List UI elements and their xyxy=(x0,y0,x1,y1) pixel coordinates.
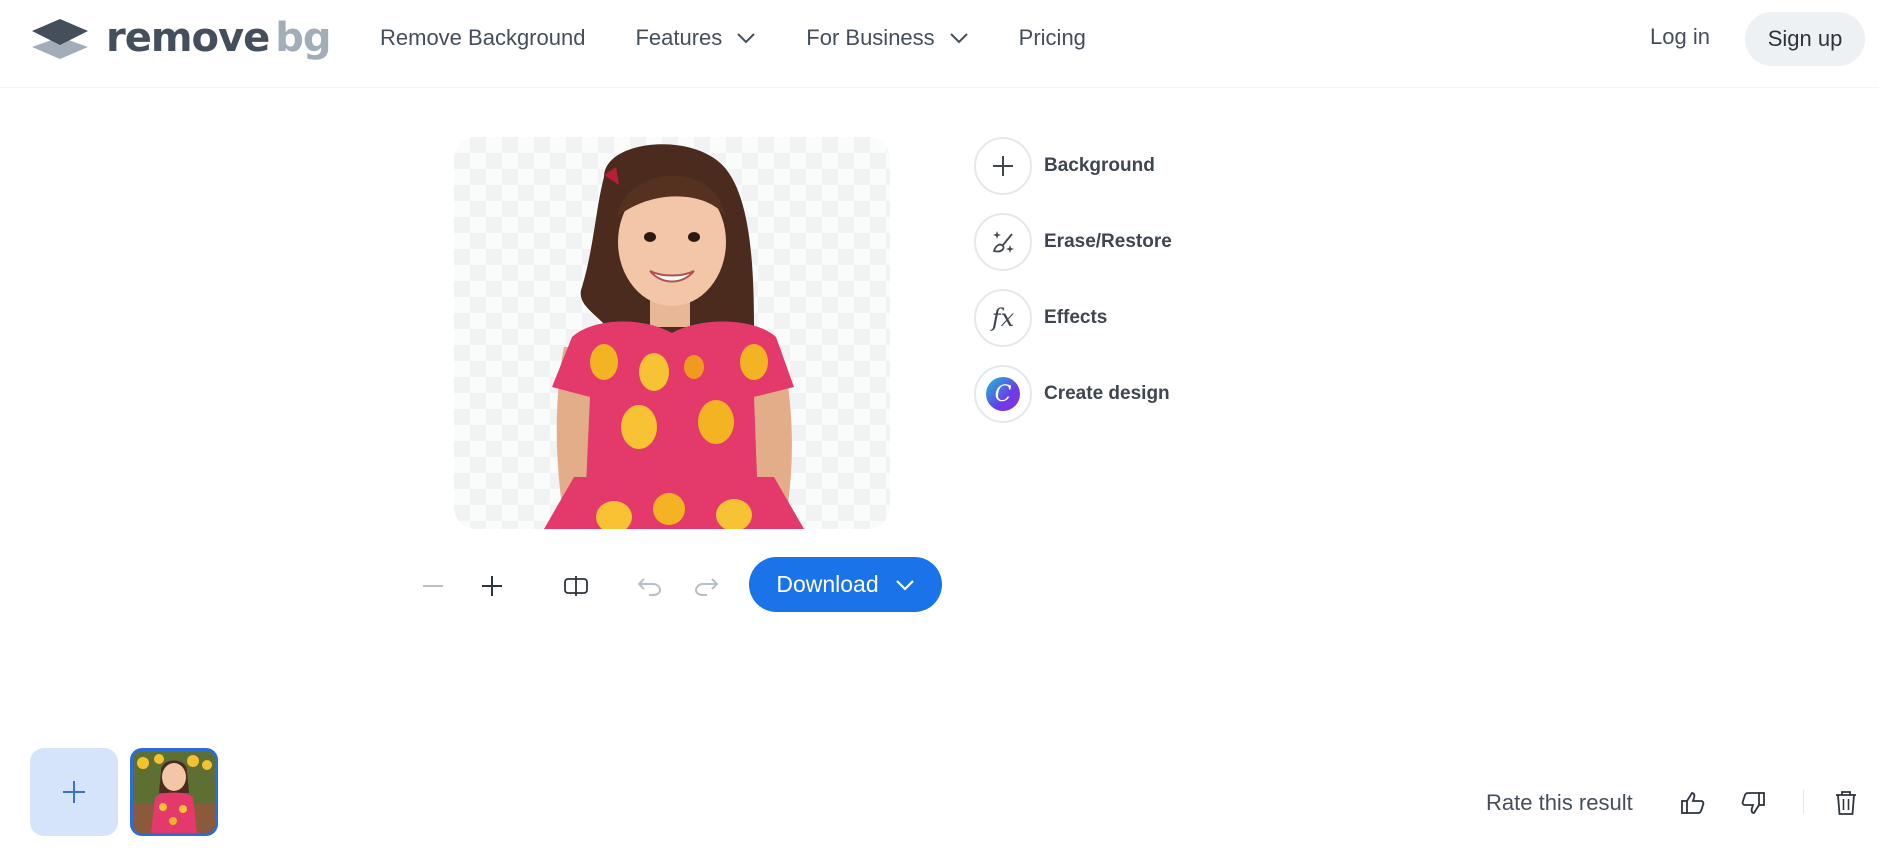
redo-button[interactable] xyxy=(690,569,724,603)
compare-button[interactable] xyxy=(559,569,593,603)
chevron-down-icon xyxy=(737,33,755,44)
brand-name-primary: remove xyxy=(106,15,270,61)
main-nav: Remove Background Features For Business … xyxy=(380,20,1136,56)
tool-label: Erase/Restore xyxy=(1044,231,1172,252)
canva-logo-icon: C xyxy=(974,365,1032,423)
redo-icon xyxy=(694,578,719,596)
nav-pricing[interactable]: Pricing xyxy=(1019,25,1086,51)
chevron-down-icon xyxy=(895,579,914,591)
undo-icon xyxy=(637,578,662,596)
nav-features[interactable]: Features xyxy=(635,25,756,51)
result-preview[interactable] xyxy=(454,137,890,529)
plus-icon xyxy=(482,576,502,596)
nav-label: Pricing xyxy=(1018,25,1086,50)
nav-label: For Business xyxy=(806,25,935,50)
layers-logo-icon xyxy=(32,19,88,59)
login-link[interactable]: Log in xyxy=(1650,24,1710,50)
tool-effects[interactable]: fx Effects xyxy=(974,289,1172,347)
zoom-in-button[interactable] xyxy=(475,569,509,603)
add-image-button[interactable] xyxy=(30,748,118,836)
thumbs-down-icon xyxy=(1741,792,1765,814)
divider xyxy=(1803,790,1804,814)
tool-label: Effects xyxy=(1044,307,1108,328)
thumbs-down-button[interactable] xyxy=(1736,786,1770,820)
download-label: Download xyxy=(776,571,879,597)
compare-icon xyxy=(564,576,588,596)
tool-label: Background xyxy=(1044,155,1155,176)
rate-result-label: Rate this result xyxy=(1486,790,1633,815)
magic-brush-icon xyxy=(974,213,1032,271)
tool-create-design[interactable]: C Create design xyxy=(974,365,1172,423)
trash-icon xyxy=(1836,791,1856,815)
undo-button[interactable] xyxy=(632,569,666,603)
fx-glyph: fx xyxy=(991,304,1015,332)
edit-tools: Background Erase/Restore fx Effects C Cr… xyxy=(974,137,1172,441)
plus-icon xyxy=(974,137,1032,195)
brand-wordmark: remove bg xyxy=(106,15,331,61)
signup-button[interactable]: Sign up xyxy=(1745,12,1865,66)
thumbs-up-icon xyxy=(1681,792,1705,814)
top-header: remove bg Remove Background Features For … xyxy=(0,0,1879,88)
brand-name-secondary: bg xyxy=(275,15,331,61)
minus-icon xyxy=(423,585,443,587)
subject-cutout-image xyxy=(544,144,804,529)
fx-icon: fx xyxy=(974,289,1032,347)
delete-button[interactable] xyxy=(1829,786,1863,820)
plus-icon xyxy=(63,781,85,803)
zoom-out-button[interactable] xyxy=(416,569,450,603)
tool-erase-restore[interactable]: Erase/Restore xyxy=(974,213,1172,271)
thumbs-up-button[interactable] xyxy=(1676,786,1710,820)
tool-label: Create design xyxy=(1044,383,1170,404)
image-thumbnail[interactable] xyxy=(130,748,218,836)
nav-for-business[interactable]: For Business xyxy=(806,25,968,51)
brand-logo[interactable]: remove bg xyxy=(30,15,331,61)
thumbnail-image xyxy=(133,751,215,833)
tool-background[interactable]: Background xyxy=(974,137,1172,195)
nav-label: Features xyxy=(635,25,723,50)
chevron-down-icon xyxy=(949,33,968,44)
nav-label: Remove Background xyxy=(380,25,586,50)
download-button[interactable]: Download xyxy=(749,557,942,612)
preview-toolbar: Download xyxy=(0,557,1000,613)
nav-remove-background[interactable]: Remove Background xyxy=(380,25,585,51)
canva-glyph: C xyxy=(994,381,1012,407)
